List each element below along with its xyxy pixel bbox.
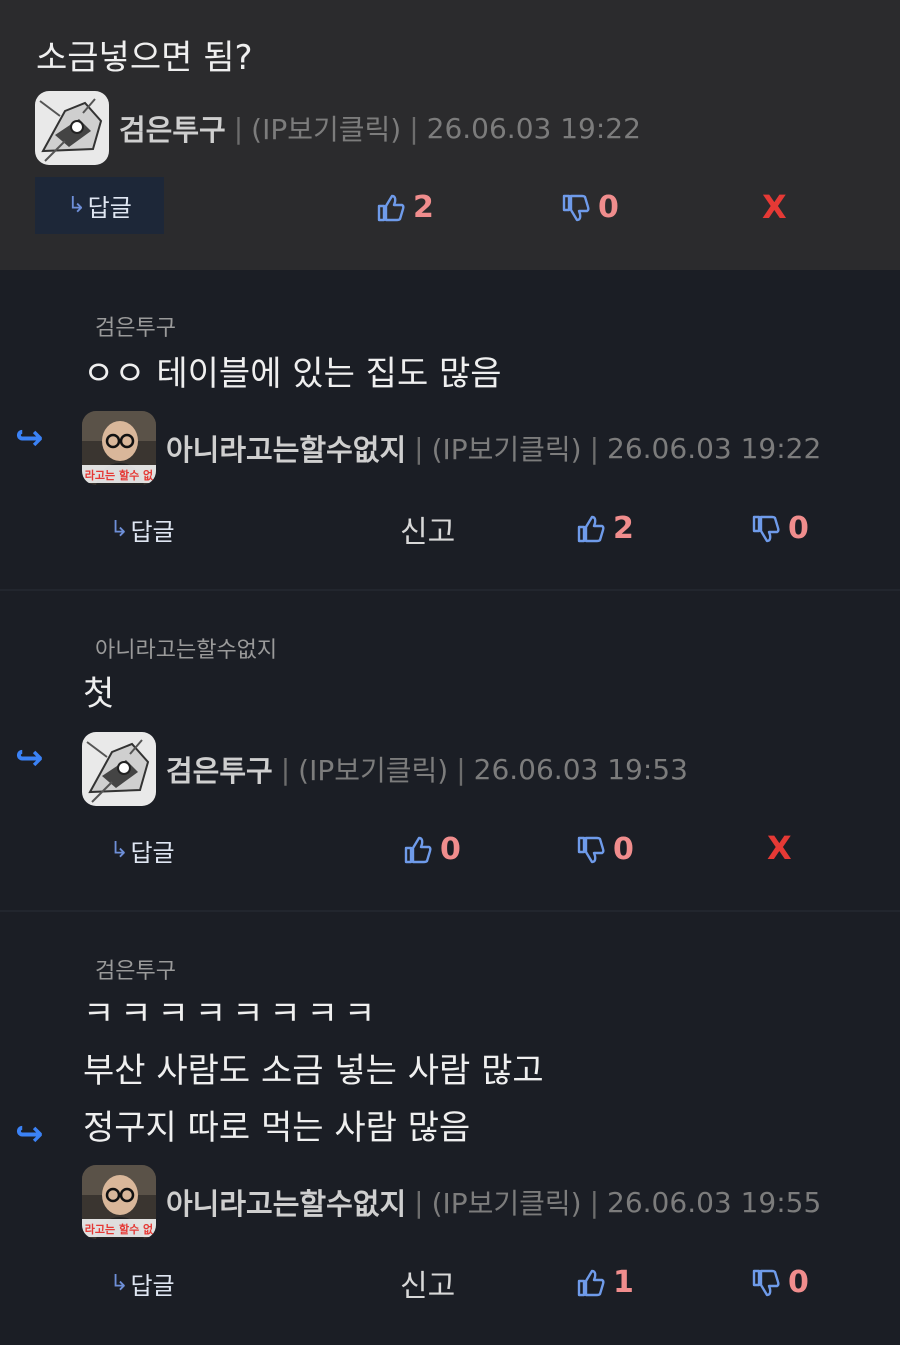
parent-comment: 소금넣으면 됨? 검은투구 | (IP보기클릭) | 26.06.03 19:2… (0, 0, 900, 270)
author-name[interactable]: 아니라고는할수없지 (166, 427, 406, 469)
timestamp: 26.06.03 19:55 (607, 1185, 822, 1219)
timestamp: 26.06.03 19:53 (473, 752, 688, 786)
thumbs-down-icon (752, 515, 780, 542)
thumbs-up-icon (377, 194, 405, 221)
reply-indicator-icon: ↪ (15, 1114, 44, 1154)
ip-link[interactable]: (IP보기클릭) (432, 428, 582, 468)
downvote-count: 0 (598, 190, 619, 225)
report-button[interactable]: 신고 (400, 1261, 455, 1305)
separator: | (409, 111, 419, 145)
reply-button[interactable]: ↳ 답글 (110, 512, 175, 547)
author-name[interactable]: 검은투구 (166, 748, 273, 790)
avatar[interactable] (35, 91, 109, 165)
upvote-count: 2 (613, 511, 634, 546)
downvote-count: 0 (613, 832, 634, 867)
avatar[interactable] (82, 732, 156, 806)
separator: | (233, 111, 244, 145)
comment-text: ㅇㅇ 테이블에 있는 집도 많음 (83, 354, 502, 394)
divider (0, 910, 900, 912)
author-name[interactable]: 아니라고는할수없지 (166, 1181, 406, 1223)
comment-text-line: ㅋㅋㅋㅋㅋㅋㅋㅋ (83, 994, 382, 1034)
downvote-button[interactable]: 0 (575, 832, 634, 867)
reply-button[interactable]: ↳ 답글 (110, 1266, 175, 1301)
reply-label: 답글 (130, 839, 175, 867)
author-name[interactable]: 검은투구 (119, 107, 226, 149)
comment-meta: 검은투구 | (IP보기클릭) | 26.06.03 19:53 (82, 732, 688, 806)
separator: | (280, 752, 291, 786)
downvote-button[interactable]: 0 (750, 511, 809, 546)
timestamp: 26.06.03 19:22 (426, 111, 641, 145)
upvote-count: 2 (413, 190, 434, 225)
timestamp: 26.06.03 19:22 (607, 431, 822, 465)
upvote-button[interactable]: 2 (375, 190, 434, 225)
comment-text: 소금넣으면 됨? (36, 38, 253, 78)
reply-indicator-icon: ↪ (15, 418, 44, 458)
separator: | (589, 431, 600, 465)
comment-text-line: 정구지 따로 먹는 사람 많음 (83, 1108, 471, 1148)
svg-text:라고는 할수 없: 라고는 할수 없 (85, 1222, 154, 1236)
ip-link[interactable]: (IP보기클릭) (251, 108, 401, 148)
divider (0, 589, 900, 591)
upvote-button[interactable]: 1 (575, 1265, 634, 1300)
comment-text-line: 부산 사람도 소금 넣는 사람 많고 (83, 1051, 544, 1091)
comment-meta: 검은투구 | (IP보기클릭) | 26.06.03 19:22 (35, 91, 641, 165)
upvote-count: 1 (613, 1265, 634, 1300)
thumbs-down-icon (752, 1269, 780, 1296)
upvote-count: 0 (440, 832, 461, 867)
reply-arrow-icon: ↳ (110, 1271, 129, 1296)
comment-text: 첫 (83, 674, 115, 714)
reply-label: 답글 (87, 194, 132, 222)
reply-button[interactable]: ↳ 답글 (110, 833, 175, 868)
separator: | (589, 1185, 600, 1219)
reply-arrow-icon: ↳ (110, 517, 129, 542)
separator: | (414, 1185, 424, 1219)
avatar[interactable]: 라고는 할수 없 (82, 411, 156, 485)
avatar[interactable]: 라고는 할수 없 (82, 1165, 156, 1239)
reply-label: 답글 (130, 1272, 175, 1300)
thumbs-down-icon (562, 194, 590, 221)
ip-link[interactable]: (IP보기클릭) (298, 749, 448, 789)
reply-label: 답글 (130, 518, 175, 546)
thumbs-up-icon (577, 1269, 605, 1296)
reply-button[interactable]: ↳ 답글 (35, 177, 164, 234)
downvote-count: 0 (788, 1265, 809, 1300)
separator: | (456, 752, 466, 786)
ip-link[interactable]: (IP보기클릭) (432, 1182, 582, 1222)
thumbs-up-icon (577, 515, 605, 542)
upvote-button[interactable]: 2 (575, 511, 634, 546)
comment-meta: 라고는 할수 없 아니라고는할수없지 | (IP보기클릭) | 26.06.03… (82, 1165, 821, 1239)
comment-meta: 라고는 할수 없 아니라고는할수없지 | (IP보기클릭) | 26.06.03… (82, 411, 821, 485)
delete-button[interactable]: X (762, 188, 787, 226)
reply-arrow-icon: ↳ (67, 193, 86, 218)
reply-indicator-icon: ↪ (15, 738, 44, 778)
mention-tag: 검은투구 (95, 959, 176, 984)
downvote-button[interactable]: 0 (560, 190, 619, 225)
mention-tag: 검은투구 (95, 316, 176, 341)
mention-tag: 아니라고는할수없지 (95, 638, 278, 663)
report-button[interactable]: 신고 (400, 507, 455, 551)
downvote-count: 0 (788, 511, 809, 546)
downvote-button[interactable]: 0 (750, 1265, 809, 1300)
thumbs-down-icon (577, 836, 605, 863)
separator: | (414, 431, 424, 465)
delete-button[interactable]: X (767, 829, 792, 867)
thumbs-up-icon (404, 836, 432, 863)
svg-text:라고는 할수 없: 라고는 할수 없 (85, 468, 154, 482)
reply-arrow-icon: ↳ (110, 838, 129, 863)
upvote-button[interactable]: 0 (402, 832, 461, 867)
